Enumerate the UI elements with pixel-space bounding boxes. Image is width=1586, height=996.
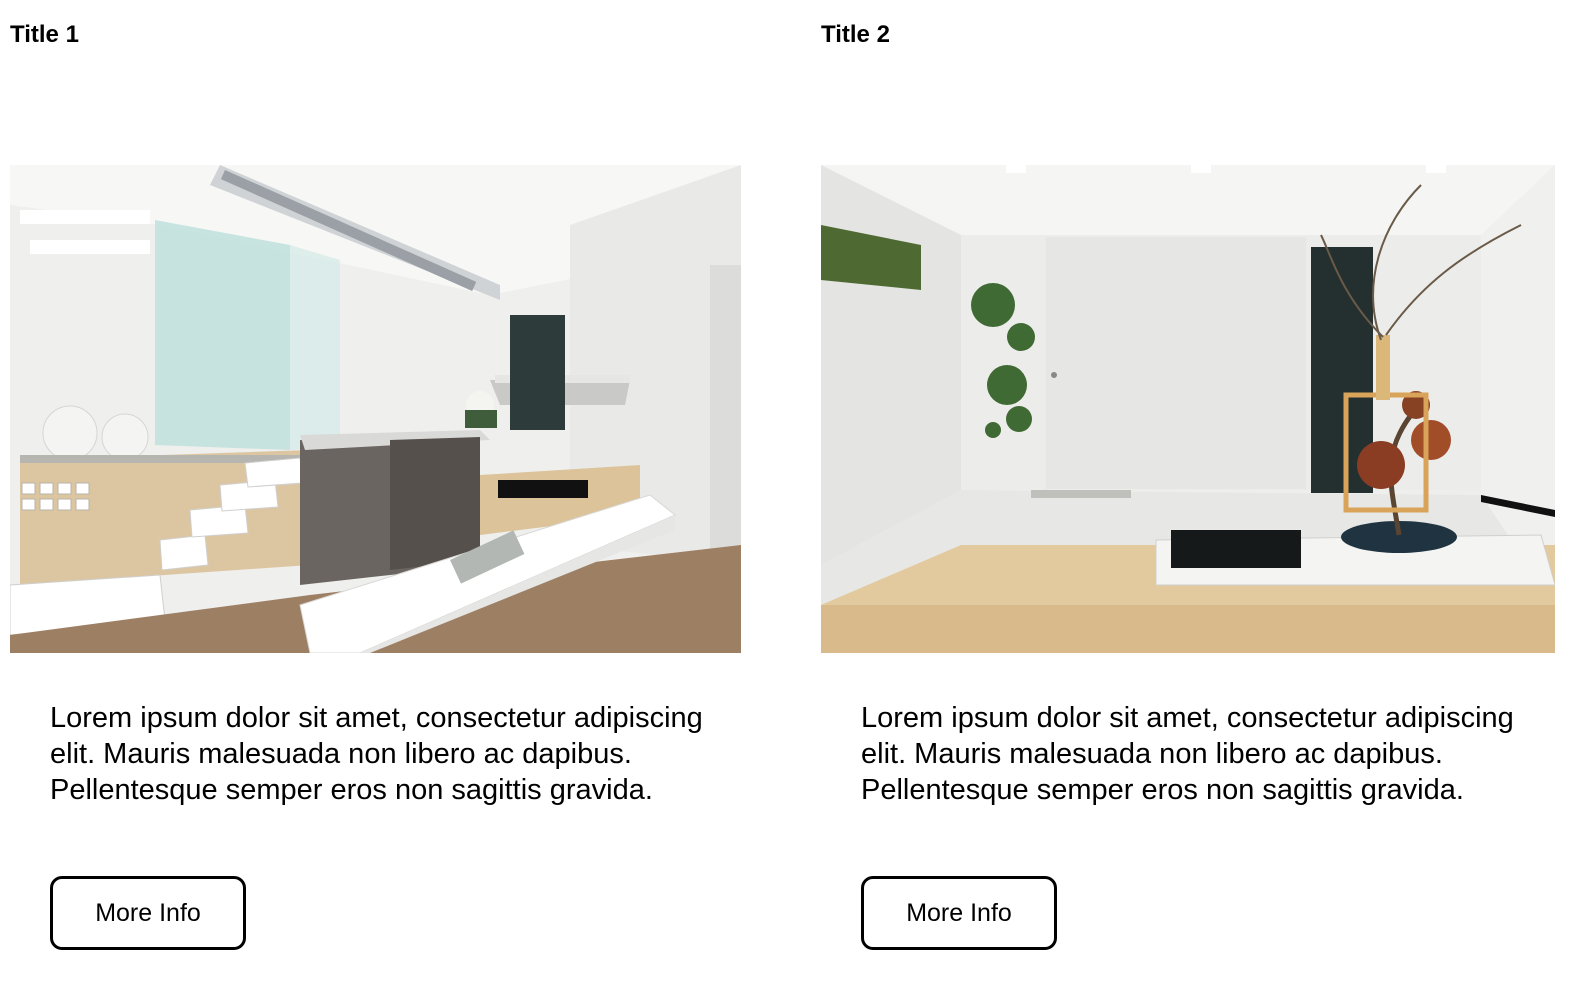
kitchen-photo	[10, 165, 741, 653]
zen-room-photo-illustration	[821, 165, 1555, 653]
card-description: Lorem ipsum dolor sit amet, consectetur …	[861, 702, 1514, 806]
card-2: Title 2 Lorem ipsum dolor sit amet, cons…	[821, 0, 1556, 996]
card-1: Title 1 Lorem ipsum dolor sit amet, cons…	[10, 0, 745, 996]
card-title: Title 2	[821, 21, 890, 48]
card-description: Lorem ipsum dolor sit amet, consectetur …	[50, 702, 703, 806]
card-title: Title 1	[10, 21, 79, 48]
kitchen-photo-illustration	[10, 165, 741, 653]
more-info-button[interactable]: More Info	[50, 876, 246, 950]
more-info-button[interactable]: More Info	[861, 876, 1057, 950]
zen-room-photo	[821, 165, 1555, 653]
